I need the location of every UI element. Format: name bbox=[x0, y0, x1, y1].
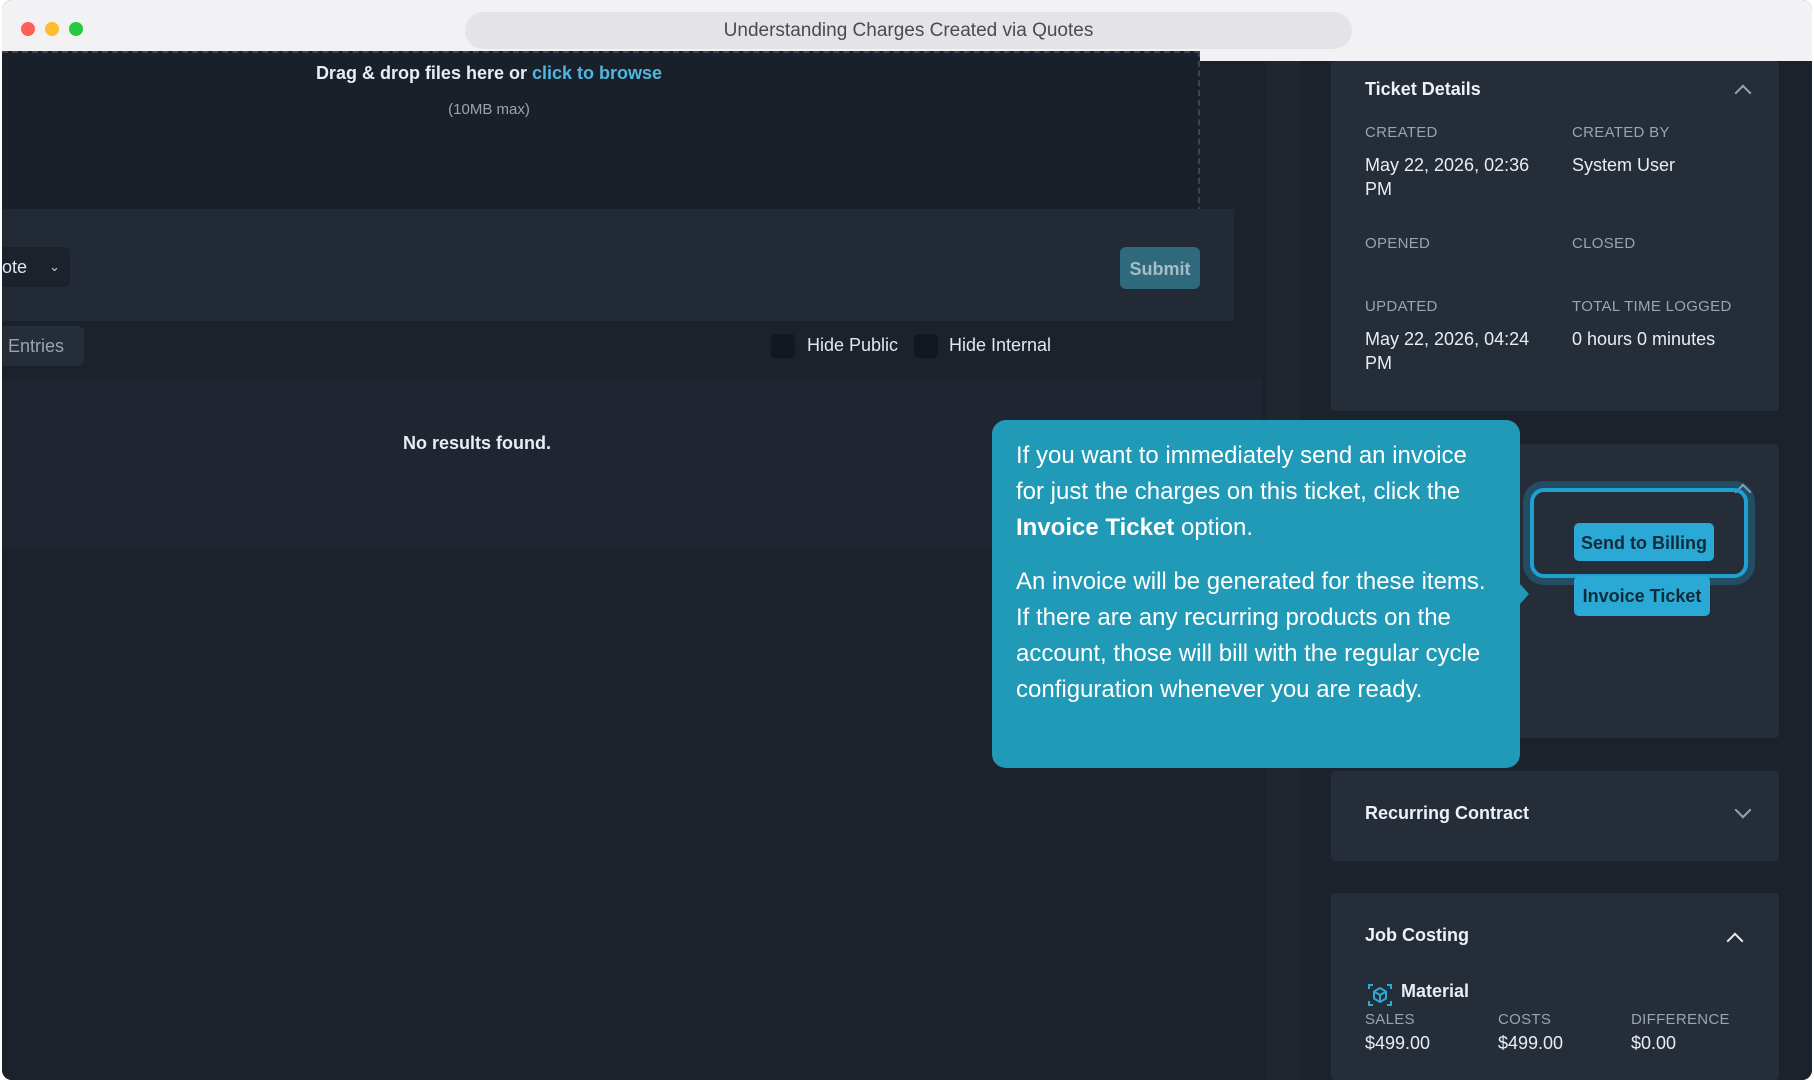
expand-chevron-down-icon[interactable] bbox=[1734, 801, 1752, 819]
updated-label: UPDATED bbox=[1365, 298, 1438, 315]
app-window: Understanding Charges Created via Quotes… bbox=[2, 0, 1812, 1080]
invoice-ticket-button[interactable]: Invoice Ticket bbox=[1574, 576, 1710, 616]
no-results-text: No results found. bbox=[403, 433, 551, 453]
hide-public-label: Hide Public bbox=[807, 335, 899, 355]
updated-value: May 22, 2026, 04:24 PM bbox=[1365, 329, 1530, 373]
window-title: Understanding Charges Created via Quotes bbox=[465, 12, 1352, 49]
material-title: Material bbox=[1401, 981, 1470, 1001]
total-time-value: 0 hours 0 minutes bbox=[1572, 329, 1716, 349]
tab-entries[interactable]: Entries bbox=[2, 326, 84, 366]
tooltip-paragraph-1: If you want to immediately send an invoi… bbox=[1016, 438, 1496, 546]
note-type-select[interactable]: ote ⌄ bbox=[2, 247, 70, 287]
collapse-chevron-up-icon[interactable] bbox=[1726, 932, 1744, 950]
max-size-text: (10MB max) bbox=[448, 101, 530, 118]
difference-label: DIFFERENCE bbox=[1631, 1011, 1730, 1028]
recurring-contract-card[interactable]: Recurring Contract bbox=[1331, 771, 1779, 861]
minimize-window-button[interactable] bbox=[45, 22, 59, 36]
cube-icon bbox=[1368, 984, 1392, 1006]
created-by-label: CREATED BY bbox=[1572, 124, 1670, 141]
hide-public-checkbox[interactable] bbox=[771, 334, 795, 358]
tooltip-emphasis: Invoice Ticket bbox=[1016, 514, 1175, 541]
ticket-details-title: Ticket Details bbox=[1365, 79, 1481, 99]
job-costing-title: Job Costing bbox=[1365, 925, 1469, 945]
collapse-chevron-up-icon[interactable] bbox=[1734, 84, 1752, 102]
opened-label: OPENED bbox=[1365, 235, 1431, 252]
chevron-down-icon: ⌄ bbox=[49, 259, 60, 274]
tooltip-arrow bbox=[1520, 584, 1529, 604]
created-value: May 22, 2026, 02:36 PM bbox=[1365, 155, 1530, 199]
hide-internal-label: Hide Internal bbox=[949, 335, 1052, 355]
submit-button[interactable]: Submit bbox=[1120, 247, 1200, 289]
tooltip-paragraph-2: An invoice will be generated for these i… bbox=[1016, 568, 1486, 703]
highlight-ring bbox=[1530, 488, 1748, 578]
tooltip-text: If you want to immediately send an invoi… bbox=[1016, 442, 1467, 505]
created-label: CREATED bbox=[1365, 124, 1438, 141]
file-drop-zone[interactable]: Drag & drop files here or click to brows… bbox=[2, 51, 1200, 213]
costs-value: $499.00 bbox=[1498, 1033, 1564, 1053]
sales-label: SALES bbox=[1365, 1011, 1415, 1028]
guide-tooltip: If you want to immediately send an invoi… bbox=[992, 420, 1520, 768]
created-by-value: System User bbox=[1572, 155, 1676, 175]
note-composer-bar: ote ⌄ Submit bbox=[2, 209, 1234, 321]
drop-instructions: Drag & drop files here or click to brows… bbox=[14, 63, 964, 84]
drop-prefix-text: Drag & drop files here or bbox=[315, 63, 527, 83]
ticket-details-card: Ticket Details CREATED May 22, 2026, 02:… bbox=[1331, 61, 1779, 411]
sales-value: $499.00 bbox=[1365, 1033, 1431, 1053]
close-window-button[interactable] bbox=[21, 22, 35, 36]
hide-internal-checkbox[interactable] bbox=[914, 334, 938, 358]
total-time-label: TOTAL TIME LOGGED bbox=[1572, 298, 1732, 315]
costs-label: COSTS bbox=[1498, 1011, 1552, 1028]
difference-value: $0.00 bbox=[1631, 1033, 1677, 1053]
recurring-contract-title: Recurring Contract bbox=[1365, 803, 1530, 823]
tooltip-text: option. bbox=[1180, 514, 1254, 541]
closed-label: CLOSED bbox=[1572, 235, 1636, 252]
job-costing-card: Job Costing Material SALES $499.00 COSTS… bbox=[1331, 893, 1779, 1080]
note-type-value: ote bbox=[2, 257, 28, 277]
maximize-window-button[interactable] bbox=[69, 22, 83, 36]
browse-link[interactable]: click to browse bbox=[532, 63, 662, 83]
